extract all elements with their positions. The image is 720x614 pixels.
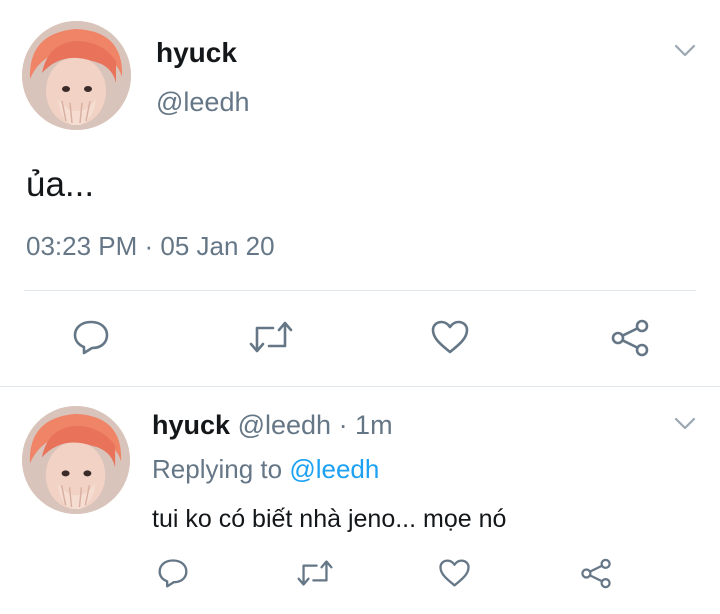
- retweet-button[interactable]: [248, 318, 294, 356]
- divider: [24, 290, 696, 291]
- heart-icon: [431, 320, 469, 354]
- chevron-down-icon[interactable]: [674, 417, 696, 436]
- time-ago[interactable]: · 1m: [339, 410, 393, 440]
- reply-icon: [73, 320, 109, 355]
- section-divider: [0, 386, 720, 387]
- reply-header: hyuck @leedh · 1m: [152, 409, 393, 441]
- timestamp[interactable]: 03:23 PM · 05 Jan 20: [26, 230, 275, 262]
- share-icon: [581, 558, 611, 588]
- retweet-icon: [297, 560, 333, 586]
- author-name[interactable]: hyuck: [156, 36, 237, 70]
- like-button[interactable]: [436, 556, 472, 590]
- chevron-down-icon[interactable]: [674, 44, 696, 63]
- avatar[interactable]: [22, 406, 130, 514]
- share-icon: [611, 319, 649, 357]
- share-button[interactable]: [608, 318, 652, 358]
- author-name[interactable]: hyuck: [152, 410, 230, 440]
- reply-button[interactable]: [70, 318, 112, 356]
- avatar[interactable]: [22, 21, 131, 130]
- heart-icon: [438, 559, 470, 587]
- share-button[interactable]: [578, 555, 614, 591]
- replying-to: Replying to @leedh: [152, 453, 379, 485]
- avatar-image: [22, 21, 131, 130]
- like-button[interactable]: [428, 318, 472, 356]
- avatar-image: [22, 406, 130, 514]
- author-handle[interactable]: @leedh: [156, 86, 249, 118]
- tweet-text: ủa...: [26, 165, 95, 204]
- tweet-text: tui ko có biết nhà jeno... mọe nó: [152, 505, 507, 533]
- replying-to-label: Replying to: [152, 454, 283, 484]
- replying-to-handle[interactable]: @leedh: [289, 454, 379, 484]
- author-handle[interactable]: @leedh: [238, 410, 331, 440]
- retweet-button[interactable]: [296, 556, 334, 590]
- reply-icon: [158, 559, 188, 588]
- retweet-icon: [249, 321, 293, 353]
- reply-button[interactable]: [156, 556, 190, 590]
